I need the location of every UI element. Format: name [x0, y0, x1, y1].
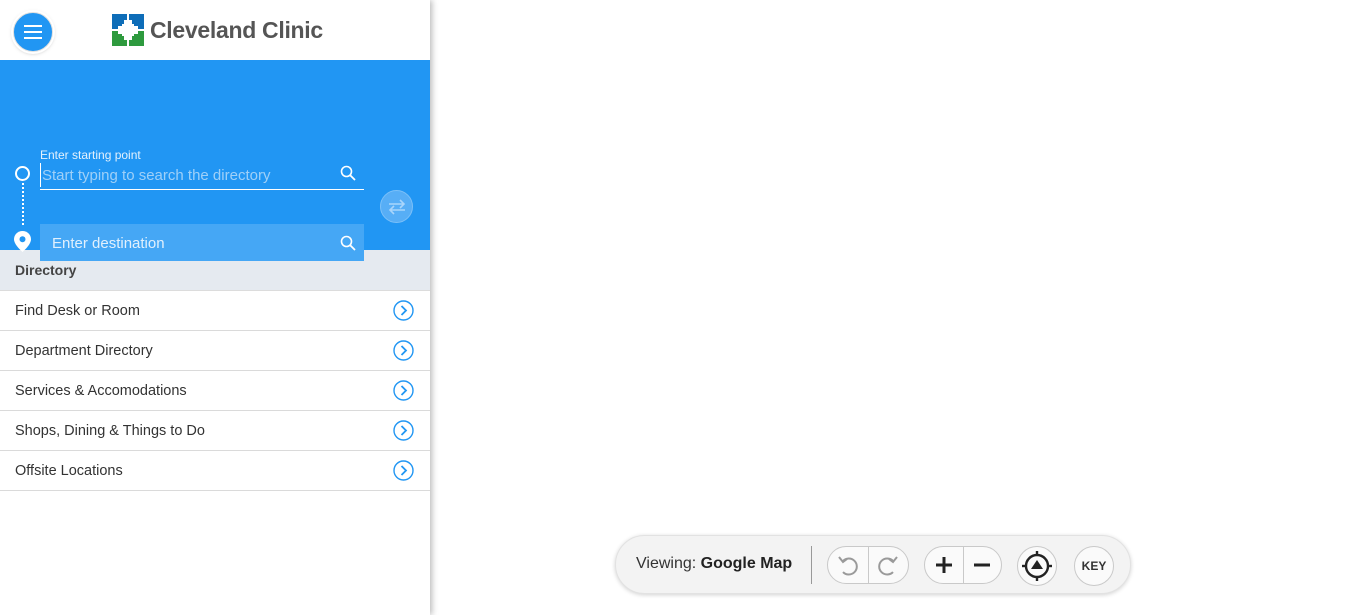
undo-button[interactable] — [828, 547, 868, 583]
logo-text: Cleveland Clinic — [150, 16, 323, 43]
chevron-right-icon — [393, 340, 414, 361]
chevron-right-icon — [393, 460, 414, 481]
logo[interactable]: Cleveland Clinic — [112, 14, 323, 46]
directory-item-label: Shops, Dining & Things to Do — [15, 422, 205, 439]
directory-item-shops-dining[interactable]: Shops, Dining & Things to Do — [0, 411, 430, 451]
route-search-panel: Enter starting point — [0, 60, 430, 261]
sidebar: Cleveland Clinic Enter starting point St… — [0, 0, 430, 615]
directory-item-department-directory[interactable]: Department Directory — [0, 331, 430, 371]
start-point-input[interactable] — [40, 163, 332, 187]
zoom-in-icon — [935, 557, 952, 573]
chevron-right-icon — [393, 420, 414, 441]
chevron-right-icon — [393, 380, 414, 401]
map-key-button[interactable]: KEY — [1074, 546, 1114, 586]
destination-field — [40, 224, 364, 261]
redo-icon — [878, 556, 899, 576]
history-controls — [827, 546, 909, 584]
undo-icon — [837, 556, 858, 576]
directory-item-find-desk-or-room[interactable]: Find Desk or Room — [0, 291, 430, 331]
directory-item-label: Offsite Locations — [15, 462, 123, 479]
locate-icon — [1022, 551, 1052, 581]
swap-route-button[interactable] — [380, 190, 413, 223]
directory-item-label: Services & Accomodations — [15, 382, 187, 399]
route-connector-line — [22, 183, 24, 225]
menu-button[interactable] — [13, 12, 53, 52]
destination-input[interactable] — [50, 230, 334, 256]
search-icon[interactable] — [340, 165, 356, 181]
chevron-right-icon — [393, 300, 414, 321]
locate-button[interactable] — [1017, 546, 1057, 586]
directory-item-offsite-locations[interactable]: Offsite Locations — [0, 451, 430, 491]
directory-list: Find Desk or Room Department Directory S… — [0, 291, 430, 491]
viewing-prefix: Viewing: — [636, 555, 697, 572]
search-icon[interactable] — [340, 235, 356, 251]
directory-item-label: Find Desk or Room — [15, 302, 140, 319]
top-bar: Cleveland Clinic — [0, 0, 430, 60]
zoom-out-button[interactable] — [963, 547, 1001, 583]
directory-item-services-accomodations[interactable]: Services & Accomodations — [0, 371, 430, 411]
redo-button[interactable] — [868, 547, 908, 583]
zoom-controls — [924, 546, 1002, 584]
map-canvas[interactable] — [430, 0, 1366, 615]
hamburger-icon — [24, 25, 42, 39]
viewing-indicator: Viewing: Google Map — [636, 555, 792, 573]
map-toolbar: Viewing: Google Map KEY — [615, 535, 1131, 594]
toolbar-divider — [811, 546, 812, 584]
destination-pin-icon — [14, 231, 31, 252]
swap-icon — [388, 198, 405, 215]
cleveland-clinic-logo-icon — [112, 14, 144, 46]
directory-item-label: Department Directory — [15, 342, 153, 359]
start-point-icon — [15, 166, 30, 181]
start-point-field — [40, 163, 364, 190]
zoom-out-icon — [974, 563, 991, 567]
start-point-label: Enter starting point — [40, 148, 141, 162]
zoom-in-button[interactable] — [925, 547, 963, 583]
viewing-value: Google Map — [700, 555, 793, 572]
map-key-label: KEY — [1081, 559, 1107, 573]
